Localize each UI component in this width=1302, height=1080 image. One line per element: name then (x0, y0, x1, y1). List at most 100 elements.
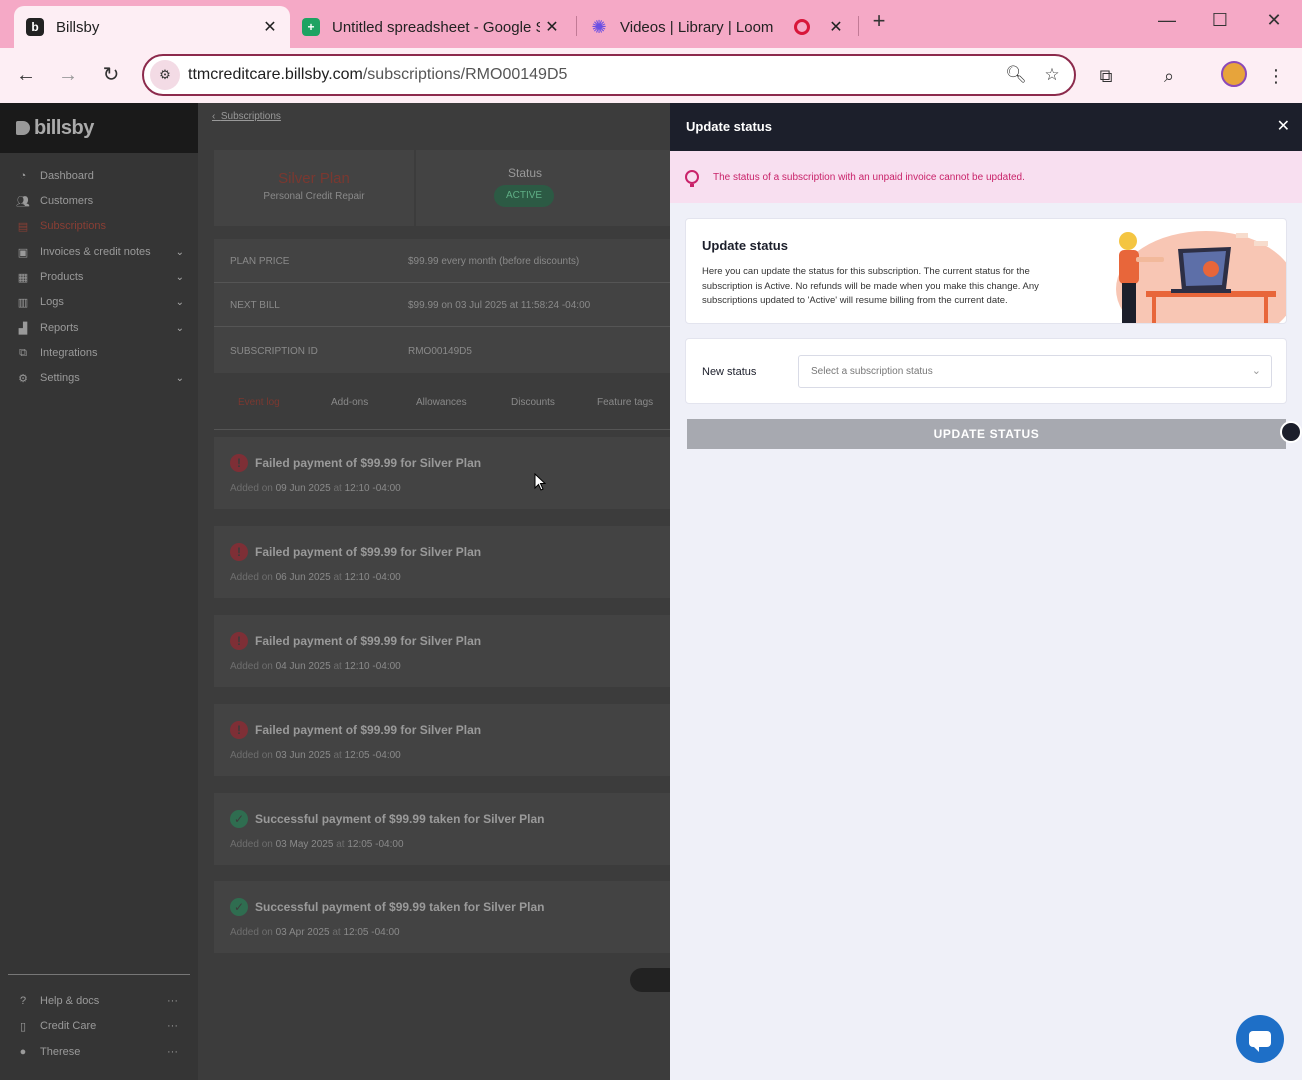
back-icon[interactable]: ← (12, 61, 40, 89)
site-info-icon[interactable]: ⚙ (150, 60, 180, 90)
error-icon: ! (230, 454, 248, 472)
event-date-prefix: Added on (230, 661, 273, 672)
user-icon: ● (19, 1046, 27, 1058)
tab-event-log[interactable]: Event log (238, 397, 280, 408)
browser-menu-icon[interactable]: ⋮ (1262, 62, 1290, 90)
zoom-icon[interactable]: 🔍︎ (1002, 65, 1030, 85)
minimize-window-icon[interactable]: — (1152, 10, 1182, 31)
event-item: ✓ Successful payment of $99.99 taken for… (214, 881, 670, 953)
extensions-icon[interactable]: ⧉ (1092, 62, 1120, 90)
subscription-detail: ‹ Subscriptions Silver Plan Personal Cre… (198, 103, 670, 1080)
chevron-down-icon: ⌄ (175, 322, 184, 334)
profile-avatar[interactable] (1221, 61, 1247, 87)
tab-search-icon[interactable]: ⌕ (1155, 62, 1183, 90)
chat-button[interactable] (1236, 1015, 1284, 1063)
tab-title: Untitled spreadsheet - Google S (332, 18, 540, 36)
event-title: Failed payment of $99.99 for Silver Plan (255, 723, 482, 737)
event-date-value: 09 Jun 2025 (275, 483, 331, 494)
browser-tab-bar: b Billsby ✕ + Untitled spreadsheet - Goo… (0, 0, 1302, 48)
more-icon[interactable]: ··· (167, 1020, 178, 1032)
sidebar-item-invoices[interactable]: ▣ Invoices & credit notes ⌄ (16, 242, 186, 262)
sidebar-item-label: Dashboard (40, 170, 94, 182)
event-time-value: 12:05 -04:00 (344, 750, 401, 761)
tab-separator (576, 16, 577, 36)
billsby-logo[interactable]: billsby (0, 103, 198, 153)
sidebar-item-dashboard[interactable]: ◔ Dashboard (16, 166, 186, 186)
sidebar-item-settings[interactable]: ⚙ Settings ⌄ (16, 368, 186, 388)
load-more-button[interactable] (630, 968, 670, 992)
event-date-value: 03 May 2025 (275, 839, 334, 850)
detail-value: $99.99 every month (before discounts) (408, 256, 580, 267)
breadcrumb[interactable]: ‹ Subscriptions (212, 111, 281, 122)
more-icon[interactable]: ··· (167, 995, 178, 1007)
sidebar-item-user[interactable]: ● Therese ··· (16, 1042, 186, 1062)
help-icon: ? (19, 995, 27, 1007)
detail-row: PLAN PRICE $99.99 every month (before dis… (214, 239, 670, 283)
update-status-panel: Update status ✕ The status of a subscrip… (670, 103, 1302, 1080)
warning-alert: The status of a subscription with an unp… (670, 151, 1302, 203)
event-date-at: at (336, 839, 345, 850)
tab-add-ons[interactable]: Add-ons (331, 397, 368, 408)
breadcrumb-link[interactable]: Subscriptions (221, 111, 281, 122)
update-status-button[interactable]: UPDATE STATUS (687, 419, 1286, 449)
select-placeholder: Select a subscription status (811, 366, 933, 377)
status-badge: ACTIVE (494, 185, 554, 207)
reload-icon[interactable]: ↻ (97, 61, 125, 89)
event-date-prefix: Added on (230, 750, 273, 761)
tab-google-sheets[interactable]: + Untitled spreadsheet - Google S ✕ (290, 6, 572, 48)
sidebar-item-logs[interactable]: ▥ Logs ⌄ (16, 292, 186, 312)
event-date-value: 03 Apr 2025 (275, 927, 330, 938)
detail-key: SUBSCRIPTION ID (230, 346, 318, 357)
loom-record-icon[interactable] (1280, 421, 1302, 443)
person-laptop-illustration (1116, 231, 1286, 323)
alert-message: The status of a subscription with an unp… (713, 171, 1025, 183)
sidebar-item-customers[interactable]: 👥︎ Customers (16, 191, 186, 211)
event-date-at: at (332, 927, 341, 938)
url-text[interactable]: ttmcreditcare.billsby.com/subscriptions/… (188, 66, 1002, 84)
tab-allowances[interactable]: Allowances (416, 397, 467, 408)
tab-loom[interactable]: ✺ Videos | Library | Loom ✕ (578, 6, 856, 48)
close-tab-icon[interactable]: ✕ (824, 17, 848, 37)
detail-row: SUBSCRIPTION ID RMO00149D5 (214, 329, 670, 373)
event-date-at: at (333, 483, 342, 494)
event-date: Added on 04 Jun 2025 at 12:10 -04:00 (230, 661, 401, 672)
sidebar-item-reports[interactable]: ▟ Reports ⌄ (16, 318, 186, 338)
sidebar-item-products[interactable]: ▦ Products ⌄ (16, 267, 186, 287)
address-bar[interactable]: ⚙ ttmcreditcare.billsby.com/subscription… (142, 54, 1076, 96)
detail-key: NEXT BILL (230, 300, 280, 311)
building-icon: ▯ (19, 1021, 27, 1033)
event-item: ! Failed payment of $99.99 for Silver Pl… (214, 526, 670, 598)
sidebar-item-integrations[interactable]: ⧉ Integrations (16, 343, 186, 363)
more-icon[interactable]: ··· (167, 1046, 178, 1058)
tab-billsby[interactable]: b Billsby ✕ (14, 6, 290, 48)
event-date: Added on 03 Jun 2025 at 12:05 -04:00 (230, 750, 401, 761)
info-card: Update status Here you can update the st… (685, 218, 1287, 324)
dashboard-icon: ◔ (19, 170, 27, 182)
sidebar-item-help[interactable]: ? Help & docs ··· (16, 991, 186, 1011)
sidebar: billsby ◔ Dashboard 👥︎ Customers ▤ Subscrip… (0, 103, 198, 1080)
chat-bubble-icon (1249, 1031, 1271, 1052)
chevron-down-icon: ⌄ (1251, 365, 1261, 377)
sidebar-item-label: Settings (40, 372, 80, 384)
event-date: Added on 09 Jun 2025 at 12:10 -04:00 (230, 483, 401, 494)
close-tab-icon[interactable]: ✕ (540, 17, 564, 37)
check-icon: ✓ (230, 898, 248, 916)
close-window-icon[interactable]: ✕ (1259, 10, 1289, 31)
sidebar-item-label: Help & docs (40, 995, 100, 1007)
event-date-value: 04 Jun 2025 (275, 661, 331, 672)
tab-discounts[interactable]: Discounts (511, 397, 555, 408)
tab-feature-tags[interactable]: Feature tags (597, 397, 653, 408)
bookmark-star-icon[interactable]: ☆ (1038, 65, 1066, 85)
logs-icon: ▥ (17, 297, 29, 309)
status-select[interactable]: Select a subscription status ⌄ (798, 355, 1272, 388)
new-tab-button[interactable]: + (864, 8, 894, 34)
close-tab-icon[interactable]: ✕ (258, 17, 282, 37)
plan-name: Silver Plan (278, 170, 350, 187)
sidebar-item-company[interactable]: ▯ Credit Care ··· (16, 1016, 186, 1036)
event-date-value: 03 Jun 2025 (275, 750, 331, 761)
maximize-window-icon[interactable]: ☐ (1205, 10, 1235, 31)
forward-icon[interactable]: → (54, 61, 82, 89)
panel-title: Update status (686, 119, 772, 134)
sidebar-item-subscriptions[interactable]: ▤ Subscriptions (16, 216, 186, 236)
close-icon[interactable]: ✕ (1277, 103, 1290, 151)
